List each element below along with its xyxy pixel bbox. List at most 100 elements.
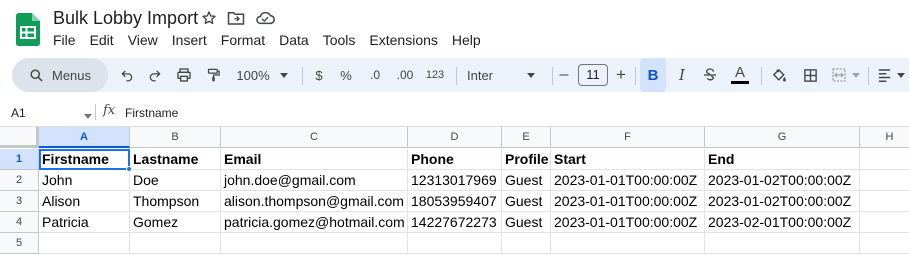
currency-format-button[interactable]: $	[310, 58, 328, 92]
row-header-4[interactable]: 4	[0, 212, 39, 233]
search-menus-label: Menus	[51, 67, 92, 83]
cell-d1[interactable]: Phone	[408, 149, 502, 170]
column-header-f[interactable]: F	[551, 127, 705, 148]
column-header-b[interactable]: B	[130, 127, 221, 148]
cell-c5[interactable]	[221, 233, 408, 254]
cell-g4[interactable]: 2023-02-01T00:00:00Z	[705, 212, 860, 233]
cell-h1[interactable]	[860, 149, 909, 170]
cell-h4[interactable]	[860, 212, 909, 233]
font-size-input[interactable]: 11	[578, 58, 608, 92]
column-header-h[interactable]: H	[860, 127, 909, 148]
cell-b3[interactable]: Thompson	[130, 191, 221, 212]
cell-e5[interactable]	[502, 233, 551, 254]
horizontal-align-button[interactable]	[874, 58, 908, 92]
cell-c4[interactable]: patricia.gomez@hotmail.com	[221, 212, 408, 233]
borders-button[interactable]	[798, 58, 822, 92]
row-header-5[interactable]: 5	[0, 233, 39, 254]
row-header-1[interactable]: 1	[0, 149, 39, 170]
formula-input[interactable]: Firstname	[125, 106, 178, 120]
cell-a5[interactable]	[39, 233, 130, 254]
menu-edit[interactable]: Edit	[90, 32, 114, 48]
column-header-c[interactable]: C	[221, 127, 408, 148]
cell-d2[interactable]: 12313017969	[408, 170, 502, 191]
cell-g5[interactable]	[705, 233, 860, 254]
menu-data[interactable]: Data	[279, 32, 309, 48]
cell-a2[interactable]: John	[39, 170, 130, 191]
search-menus-button[interactable]: Menus	[12, 58, 108, 92]
more-formats-button[interactable]: 123	[424, 58, 446, 92]
fill-handle[interactable]	[126, 166, 132, 172]
cell-b5[interactable]	[130, 233, 221, 254]
name-box[interactable]: A1	[11, 106, 26, 120]
cell-h2[interactable]	[860, 170, 909, 191]
column-header-g[interactable]: G	[705, 127, 860, 148]
cell-e1[interactable]: Profile	[502, 149, 551, 170]
cell-a4[interactable]: Patricia	[39, 212, 130, 233]
move-to-folder-icon[interactable]	[227, 10, 245, 26]
menu-file[interactable]: File	[53, 32, 76, 48]
cell-f3[interactable]: 2023-01-01T00:00:00Z	[551, 191, 705, 212]
increase-decimal-button[interactable]: .00	[393, 58, 417, 92]
document-title[interactable]: Bulk Lobby Import	[53, 7, 198, 29]
fill-color-button[interactable]	[767, 58, 791, 92]
chevron-down-icon	[897, 72, 905, 78]
decrease-font-size-button[interactable]: –	[556, 58, 572, 92]
decrease-decimal-button[interactable]: .0	[364, 58, 386, 92]
cell-h3[interactable]	[860, 191, 909, 212]
cell-b1[interactable]: Lastname	[130, 149, 221, 170]
column-header-e[interactable]: E	[502, 127, 551, 148]
cell-a3[interactable]: Alison	[39, 191, 130, 212]
cell-f1[interactable]: Start	[551, 149, 705, 170]
cell-g1[interactable]: End	[705, 149, 860, 170]
cell-g3[interactable]: 2023-01-02T00:00:00Z	[705, 191, 860, 212]
search-icon	[29, 68, 44, 83]
row-header-3[interactable]: 3	[0, 191, 39, 212]
merge-cells-button[interactable]	[828, 58, 862, 92]
cell-f5[interactable]	[551, 233, 705, 254]
select-all-corner[interactable]	[0, 127, 39, 148]
star-icon[interactable]	[201, 10, 217, 26]
undo-button[interactable]	[116, 58, 138, 92]
cell-c2[interactable]: john.doe@gmail.com	[221, 170, 408, 191]
toolbar-divider	[302, 67, 303, 85]
sheets-logo-icon[interactable]	[16, 13, 40, 46]
italic-button[interactable]: I	[671, 58, 693, 92]
redo-button[interactable]	[144, 58, 166, 92]
cell-d5[interactable]	[408, 233, 502, 254]
cell-b2[interactable]: Doe	[130, 170, 221, 191]
zoom-select[interactable]: 100%	[232, 58, 292, 92]
cell-h5[interactable]	[860, 233, 909, 254]
menu-format[interactable]: Format	[221, 32, 265, 48]
cell-c3[interactable]: alison.thompson@gmail.com	[221, 191, 408, 212]
menu-extensions[interactable]: Extensions	[369, 32, 437, 48]
increase-font-size-button[interactable]: +	[613, 58, 629, 92]
font-size-value: 11	[578, 64, 608, 86]
cell-e4[interactable]: Guest	[502, 212, 551, 233]
paint-format-button[interactable]	[202, 58, 224, 92]
text-color-button[interactable]: A	[728, 58, 752, 92]
menu-help[interactable]: Help	[452, 32, 481, 48]
percent-format-button[interactable]: %	[337, 58, 355, 92]
menu-view[interactable]: View	[128, 32, 158, 48]
cell-e3[interactable]: Guest	[502, 191, 551, 212]
chevron-down-icon[interactable]	[84, 106, 92, 124]
cell-c1[interactable]: Email	[221, 149, 408, 170]
cell-d4[interactable]: 14227672273	[408, 212, 502, 233]
cell-b4[interactable]: Gomez	[130, 212, 221, 233]
menu-insert[interactable]: Insert	[172, 32, 207, 48]
font-family-select[interactable]: Inter	[464, 58, 546, 92]
row-header-2[interactable]: 2	[0, 170, 39, 191]
bold-button[interactable]: B	[640, 58, 666, 92]
cell-d3[interactable]: 18053959407	[408, 191, 502, 212]
cell-f2[interactable]: 2023-01-01T00:00:00Z	[551, 170, 705, 191]
strikethrough-button[interactable]	[699, 58, 721, 92]
column-header-a[interactable]: A	[39, 127, 130, 148]
cell-g2[interactable]: 2023-01-02T00:00:00Z	[705, 170, 860, 191]
cell-a1[interactable]: Firstname	[39, 149, 130, 170]
cell-e2[interactable]: Guest	[502, 170, 551, 191]
cell-f4[interactable]: 2023-01-01T00:00:00Z	[551, 212, 705, 233]
print-button[interactable]	[172, 58, 196, 92]
column-header-d[interactable]: D	[408, 127, 502, 148]
menu-tools[interactable]: Tools	[323, 32, 356, 48]
cloud-status-icon[interactable]	[255, 10, 275, 26]
